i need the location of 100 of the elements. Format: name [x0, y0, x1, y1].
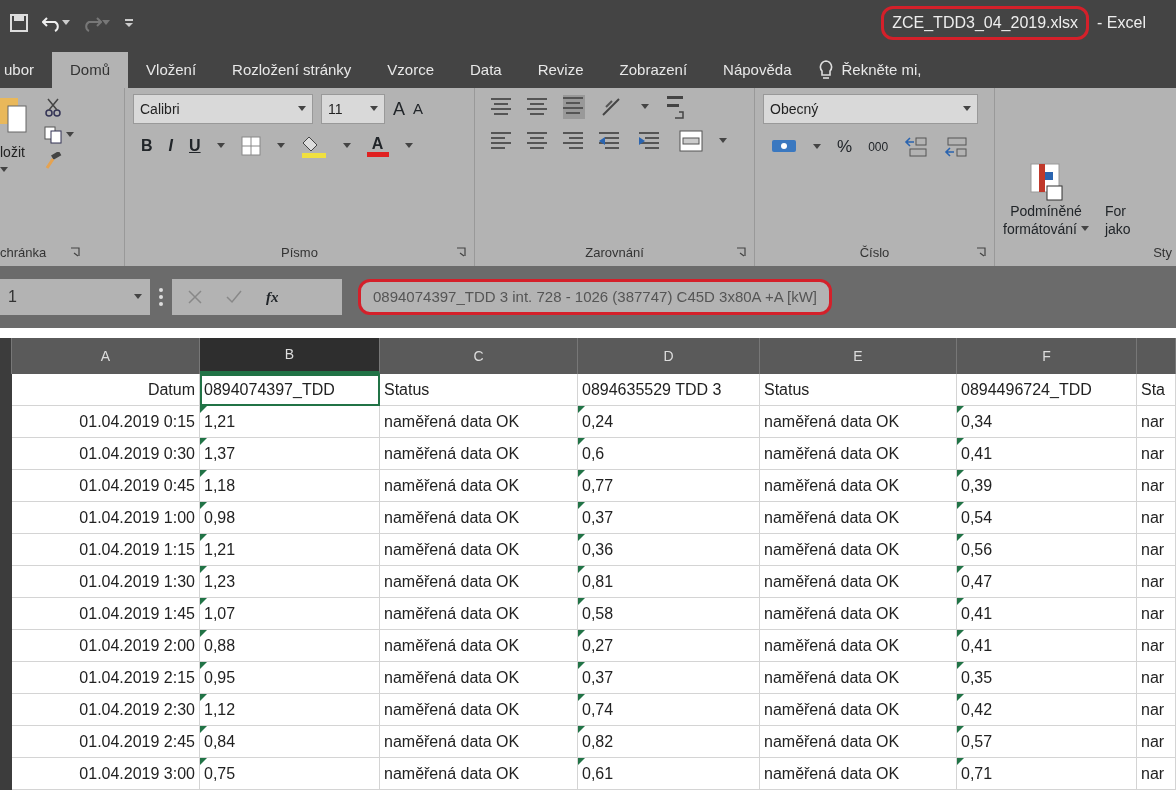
table-cell[interactable]: nar — [1137, 758, 1176, 790]
caret-icon[interactable] — [0, 167, 8, 173]
insert-function-button[interactable]: fx — [266, 285, 279, 309]
table-cell[interactable]: nar — [1137, 502, 1176, 534]
table-cell[interactable]: 01.04.2019 1:45 — [12, 598, 200, 630]
column-header[interactable]: E — [760, 338, 957, 374]
table-cell[interactable]: 0,27 — [578, 630, 760, 662]
caret-icon[interactable] — [719, 138, 727, 144]
table-cell[interactable]: 01.04.2019 1:15 — [12, 534, 200, 566]
table-cell[interactable]: 0,41 — [957, 438, 1137, 470]
table-cell[interactable]: naměřená data OK — [760, 438, 957, 470]
table-cell[interactable]: 1,21 — [200, 406, 380, 438]
caret-icon[interactable] — [641, 104, 649, 110]
table-cell[interactable]: 01.04.2019 2:30 — [12, 694, 200, 726]
number-format-field[interactable]: Obecný — [763, 94, 978, 124]
ribbon-tab[interactable]: Vložení — [128, 52, 215, 88]
column-header[interactable]: C — [380, 338, 578, 374]
table-cell[interactable]: nar — [1137, 406, 1176, 438]
table-cell[interactable]: 01.04.2019 0:45 — [12, 470, 200, 502]
dialog-launcher-icon[interactable] — [70, 247, 81, 258]
caret-icon[interactable] — [216, 143, 225, 149]
table-cell[interactable]: naměřená data OK — [760, 534, 957, 566]
table-cell[interactable]: 0,84 — [200, 726, 380, 758]
table-cell[interactable]: nar — [1137, 534, 1176, 566]
percent-button[interactable]: % — [837, 134, 853, 160]
shrink-font-button[interactable]: A — [413, 97, 424, 121]
caret-icon[interactable] — [404, 143, 413, 149]
table-cell[interactable]: nar — [1137, 726, 1176, 758]
table-cell[interactable]: naměřená data OK — [760, 758, 957, 790]
grow-font-button[interactable]: A — [393, 95, 405, 123]
table-cell[interactable]: 0,41 — [957, 630, 1137, 662]
table-cell[interactable]: 0,54 — [957, 502, 1137, 534]
table-cell[interactable]: naměřená data OK — [380, 502, 578, 534]
caret-icon[interactable] — [298, 106, 306, 112]
align-bottom-icon[interactable] — [563, 95, 585, 119]
format-as-table-button[interactable]: For jako — [1104, 202, 1131, 239]
align-middle-icon[interactable] — [527, 96, 547, 118]
caret-icon[interactable] — [813, 143, 821, 150]
formula-field[interactable]: 0894074397_TDD 3 int. 728 - 1026 (387747) C45D 3x80A +A [kW] — [358, 279, 833, 315]
table-cell[interactable]: naměřená data OK — [760, 502, 957, 534]
underline-button[interactable]: U — [189, 134, 201, 158]
font-size-field[interactable]: 11 — [321, 94, 385, 124]
increase-decimal-icon[interactable] — [904, 135, 929, 158]
table-cell[interactable]: Status — [760, 374, 957, 406]
table-cell[interactable]: 0,61 — [578, 758, 760, 790]
italic-button[interactable]: I — [168, 134, 173, 158]
caret-icon[interactable] — [963, 106, 971, 112]
undo-icon[interactable] — [42, 14, 62, 32]
table-cell[interactable]: 0,41 — [957, 598, 1137, 630]
table-cell[interactable]: 0894074397_TDD — [200, 374, 380, 406]
ribbon-tab[interactable]: Vzorce — [369, 52, 452, 88]
caret-icon[interactable] — [134, 294, 142, 300]
table-cell[interactable]: 0,98 — [200, 502, 380, 534]
table-cell[interactable]: 0,56 — [957, 534, 1137, 566]
table-cell[interactable]: 0,58 — [578, 598, 760, 630]
table-cell[interactable]: 01.04.2019 1:00 — [12, 502, 200, 534]
table-cell[interactable]: naměřená data OK — [380, 470, 578, 502]
table-cell[interactable]: naměřená data OK — [380, 662, 578, 694]
table-cell[interactable]: 0,34 — [957, 406, 1137, 438]
tell-me-search[interactable]: Řekněte mi, — [841, 58, 922, 82]
table-cell[interactable]: 0,6 — [578, 438, 760, 470]
name-box[interactable]: 1 — [0, 279, 150, 315]
align-left-icon[interactable] — [491, 130, 511, 152]
table-cell[interactable]: 01.04.2019 3:00 — [12, 758, 200, 790]
table-cell[interactable]: 01.04.2019 2:00 — [12, 630, 200, 662]
ribbon-tab[interactable]: Rozložení stránky — [214, 52, 370, 88]
caret-icon[interactable] — [276, 143, 285, 149]
table-cell[interactable]: 0,71 — [957, 758, 1137, 790]
column-header[interactable]: F — [957, 338, 1137, 374]
table-cell[interactable]: nar — [1137, 470, 1176, 502]
table-cell[interactable]: 0,74 — [578, 694, 760, 726]
ribbon-tab[interactable]: Zobrazení — [601, 52, 706, 88]
conditional-formatting-button[interactable]: Podmíněné formátování — [1003, 162, 1089, 239]
caret-icon[interactable] — [62, 20, 70, 26]
table-cell[interactable]: 01.04.2019 1:30 — [12, 566, 200, 598]
align-center-icon[interactable] — [527, 130, 547, 152]
table-cell[interactable]: 0,36 — [578, 534, 760, 566]
table-cell[interactable]: 1,12 — [200, 694, 380, 726]
copy-icon[interactable] — [44, 126, 62, 144]
font-color-button[interactable]: A — [366, 134, 389, 158]
table-cell[interactable]: 0,47 — [957, 566, 1137, 598]
merge-cells-icon[interactable] — [679, 130, 703, 152]
table-cell[interactable]: 0,37 — [578, 662, 760, 694]
cut-icon[interactable] — [44, 98, 62, 118]
save-icon[interactable] — [10, 14, 28, 32]
table-cell[interactable]: 0,24 — [578, 406, 760, 438]
table-cell[interactable]: nar — [1137, 662, 1176, 694]
table-cell[interactable]: naměřená data OK — [760, 566, 957, 598]
table-cell[interactable]: naměřená data OK — [760, 694, 957, 726]
decrease-decimal-icon[interactable] — [944, 135, 969, 158]
table-cell[interactable]: 1,18 — [200, 470, 380, 502]
select-all-button[interactable] — [0, 338, 12, 374]
table-cell[interactable]: nar — [1137, 630, 1176, 662]
ribbon-tab[interactable]: Nápověda — [705, 52, 810, 88]
format-painter-icon[interactable] — [44, 152, 62, 170]
table-cell[interactable]: 0,75 — [200, 758, 380, 790]
table-cell[interactable]: 1,07 — [200, 598, 380, 630]
table-cell[interactable]: 01.04.2019 2:45 — [12, 726, 200, 758]
ribbon-tab[interactable]: ubor — [0, 52, 53, 88]
table-cell[interactable]: naměřená data OK — [760, 598, 957, 630]
